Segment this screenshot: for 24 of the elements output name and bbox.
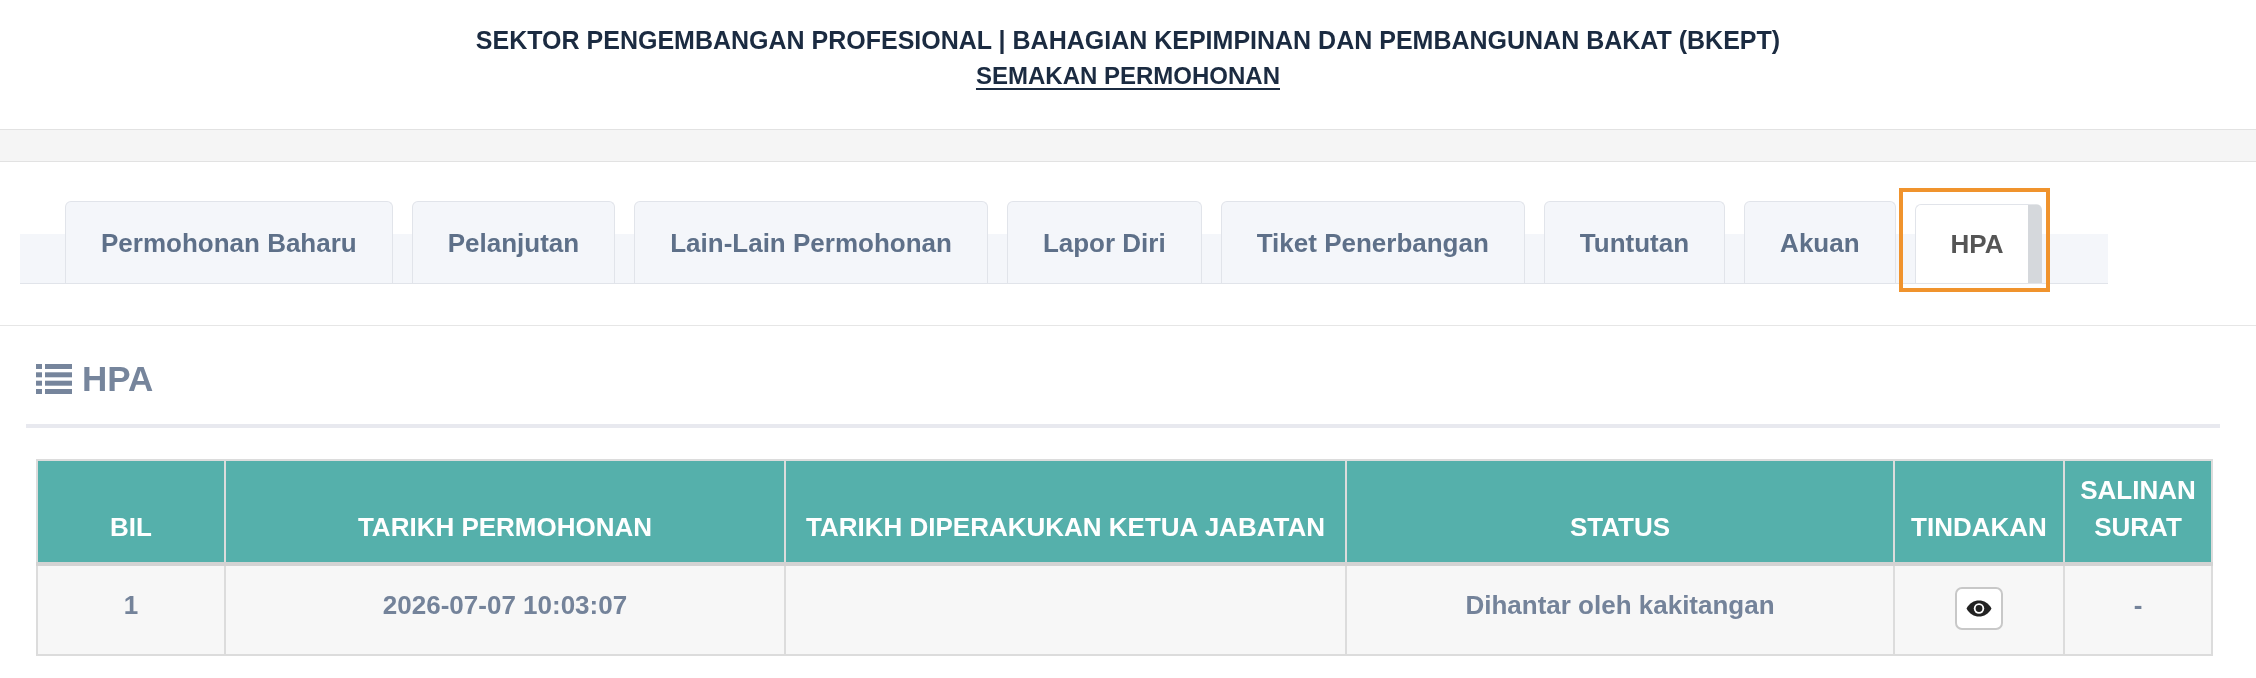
tab[interactable]: Lapor Diri (1006, 201, 1202, 283)
view-button[interactable] (1955, 586, 2003, 630)
eye-icon (1966, 599, 1992, 617)
page-title: SEKTOR PENGEMBANGAN PROFESIONAL | BAHAGIAN KEPIMPINAN DAN PEMBANGUNAN BAKAT (BKEPT) (475, 25, 1781, 56)
column-header: SALINAN SURAT (2064, 460, 2212, 564)
column-header: TINDAKAN (1894, 460, 2064, 564)
section-title: HPA (82, 361, 154, 397)
table-cell: 1 (37, 564, 225, 655)
tab[interactable]: Akuan (1744, 201, 1896, 283)
column-header: TARIKH DIPERAKUKAN KETUA JABATAN (785, 460, 1346, 564)
table-cell: 2026-07-07 10:03:07 (225, 564, 785, 655)
column-header: BIL (37, 460, 225, 564)
tab[interactable]: Tiket Penerbangan (1220, 201, 1525, 283)
column-header: TARIKH PERMOHONAN (225, 460, 785, 564)
column-header: STATUS (1346, 460, 1894, 564)
table-cell: - (2064, 564, 2212, 655)
tab[interactable]: HPA (1914, 204, 2042, 283)
table-cell: Dihantar oleh kakitangan (1346, 564, 1894, 655)
list-icon (36, 364, 72, 394)
tab[interactable]: Permohonan Baharu (65, 201, 393, 283)
tab[interactable]: Lain-Lain Permohonan (634, 201, 988, 283)
page-subtitle: SEMAKAN PERMOHONAN (976, 61, 1280, 91)
tab[interactable]: Tuntutan (1543, 201, 1726, 283)
tab[interactable]: Pelanjutan (411, 201, 616, 283)
